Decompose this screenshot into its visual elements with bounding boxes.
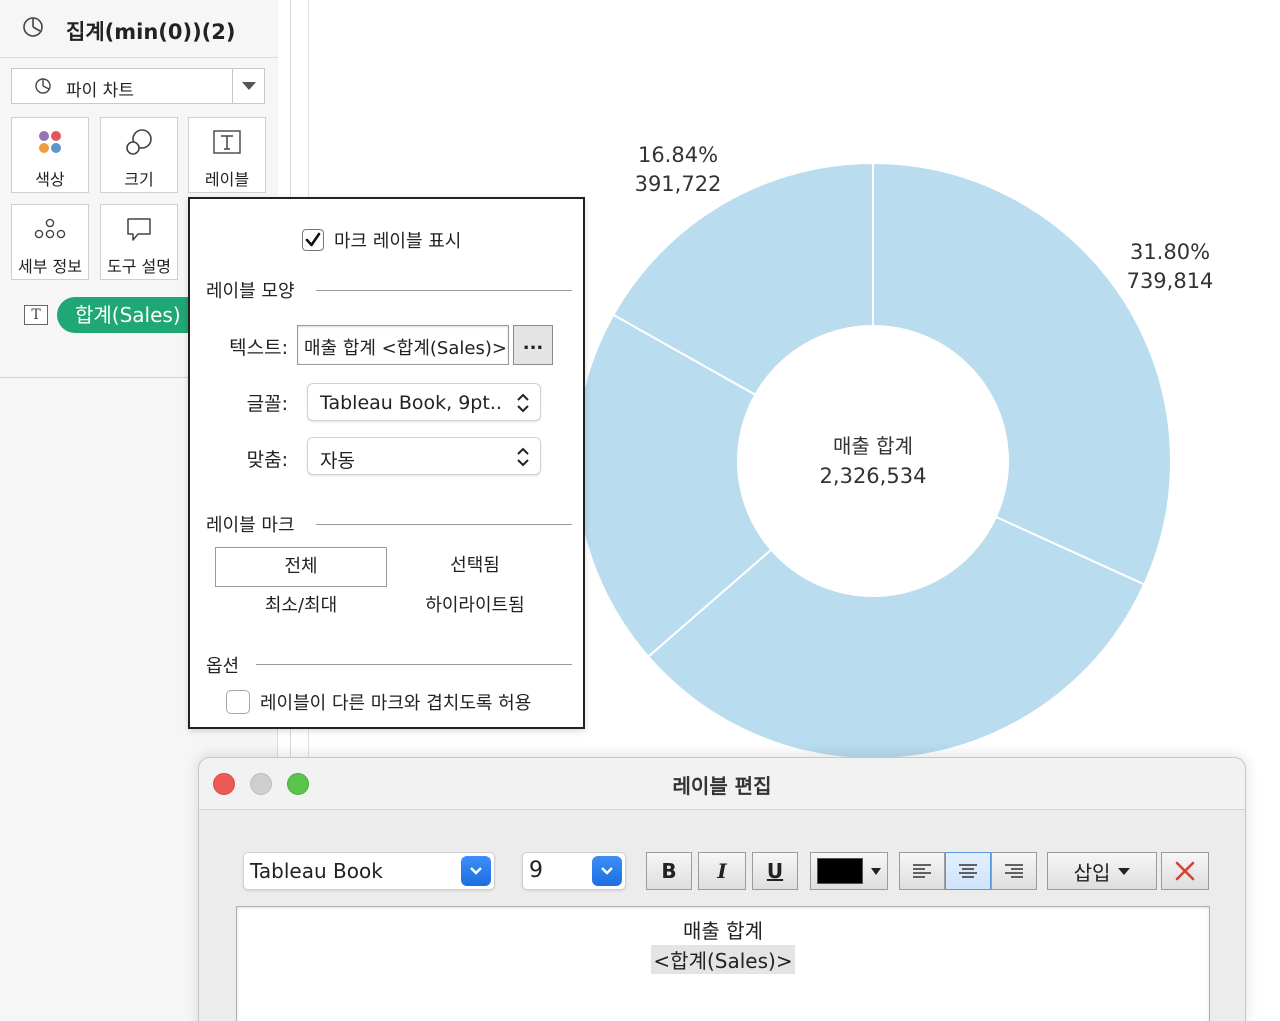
font-size-value: 9	[529, 858, 543, 883]
options-section-title: 옵션	[206, 656, 240, 677]
label-marks-highlighted[interactable]: 하이라이트됨	[389, 587, 561, 627]
checkmark-icon	[305, 232, 321, 247]
mark-type-dropdown[interactable]: 파이 차트	[11, 68, 265, 104]
edit-label-dialog: 레이블 편집 Tableau Book 9 B I U 삽입 매출 합계 <합계…	[198, 757, 1246, 1021]
editor-field-line: <합계(Sales)>	[237, 945, 1209, 974]
show-labels-checkbox[interactable]	[302, 229, 324, 251]
font-select[interactable]: Tableau Book, 9pt..	[307, 383, 541, 421]
detail-dots-icon	[34, 218, 66, 239]
donut-hole	[737, 325, 1009, 597]
align-center-button[interactable]	[945, 852, 991, 890]
speech-bubble-icon	[127, 218, 151, 241]
marks-card-title: 집계(min(0))(2)	[66, 20, 236, 44]
detail-button[interactable]: 세부 정보	[11, 204, 89, 280]
tooltip-button-label: 도구 설명	[107, 257, 171, 276]
center-value: 2,326,534	[820, 464, 927, 488]
dialog-title: 레이블 편집	[672, 774, 772, 798]
close-x-icon	[1175, 861, 1195, 881]
alignment-select[interactable]: 자동	[307, 437, 541, 475]
size-button-label: 크기	[124, 170, 154, 189]
appearance-section-title: 레이블 모양	[206, 281, 295, 302]
slice-label-value: 739,814	[1127, 269, 1214, 293]
updown-chevron-icon	[517, 447, 529, 467]
center-title: 매출 합계	[833, 434, 913, 458]
insert-menu-button[interactable]: 삽입	[1047, 852, 1157, 890]
pie-chart-icon	[23, 17, 43, 37]
color-dots-icon	[39, 131, 61, 153]
font-family-combo[interactable]: Tableau Book	[243, 852, 495, 890]
chevron-down-icon[interactable]	[242, 82, 256, 90]
tooltip-button[interactable]: 도구 설명	[100, 204, 178, 280]
text-row-label: 텍스트:	[229, 337, 288, 359]
show-labels-row[interactable]: 마크 레이블 표시	[302, 227, 461, 253]
label-marks-minmax[interactable]: 최소/최대	[215, 587, 387, 627]
chevron-down-icon	[871, 868, 881, 875]
dialog-titlebar[interactable]: 레이블 편집	[199, 758, 1245, 810]
color-button-label: 색상	[35, 170, 65, 189]
allow-overlap-label: 레이블이 다른 마크와 겹치도록 허용	[260, 693, 532, 714]
text-color-button[interactable]	[810, 852, 888, 890]
text-t-icon	[213, 130, 241, 154]
font-row-label: 글꼴:	[246, 393, 288, 415]
underline-button[interactable]: U	[752, 852, 798, 890]
font-family-value: Tableau Book	[250, 859, 383, 883]
align-row-label: 맞춤:	[246, 449, 288, 471]
text-t-icon: T	[24, 305, 48, 325]
label-marks-selected[interactable]: 선택됨	[389, 547, 561, 587]
label-text-field[interactable]: 매출 합계 <합계(Sales)>	[297, 325, 509, 365]
label-popup: 마크 레이블 표시 레이블 모양 텍스트: 매출 합계 <합계(Sales)> …	[188, 197, 585, 729]
slice-label-percent: 31.80%	[1130, 240, 1210, 264]
align-right-button[interactable]	[991, 852, 1037, 890]
label-button[interactable]: 레이블	[188, 117, 266, 193]
size-button[interactable]: 크기	[100, 117, 178, 193]
marks-card-header[interactable]: 집계(min(0))(2)	[0, 0, 278, 58]
dropdown-separator	[232, 69, 233, 103]
label-button-label: 레이블	[204, 170, 250, 189]
clear-formatting-button[interactable]	[1161, 852, 1209, 890]
slice-label-value: 391,722	[635, 172, 722, 196]
italic-button[interactable]: I	[698, 852, 746, 890]
editor-field-token[interactable]: <합계(Sales)>	[651, 945, 795, 974]
updown-chevron-icon	[517, 393, 529, 413]
editor-text-line: 매출 합계	[683, 919, 763, 943]
color-button[interactable]: 색상	[11, 117, 89, 193]
section-divider	[256, 664, 572, 665]
pie-chart-icon	[35, 78, 51, 94]
text-more-button[interactable]: ...	[513, 325, 553, 365]
font-size-combo[interactable]: 9	[522, 852, 626, 890]
label-editor[interactable]: 매출 합계 <합계(Sales)>	[236, 906, 1210, 1021]
alignment-select-value: 자동	[320, 450, 355, 472]
detail-button-label: 세부 정보	[18, 257, 82, 276]
align-right-icon	[1005, 864, 1023, 878]
allow-overlap-row[interactable]: 레이블이 다른 마크와 겹치도록 허용	[226, 689, 531, 715]
insert-menu-label: 삽입	[1073, 860, 1111, 885]
align-left-icon	[913, 864, 931, 878]
align-center-icon	[959, 864, 977, 878]
size-circles-icon	[126, 129, 152, 155]
section-divider	[316, 290, 572, 291]
color-swatch	[817, 858, 863, 884]
font-select-value: Tableau Book, 9pt..	[320, 392, 502, 414]
label-marks-section-title: 레이블 마크	[206, 515, 295, 536]
chevron-down-icon[interactable]	[461, 856, 491, 886]
chevron-down-icon[interactable]	[592, 856, 622, 886]
mark-type-label: 파이 차트	[66, 81, 134, 101]
label-marks-all[interactable]: 전체	[215, 547, 387, 587]
section-divider	[316, 524, 572, 525]
sum-sales-pill[interactable]: 합계(Sales)	[57, 297, 207, 333]
bold-button[interactable]: B	[646, 852, 692, 890]
chevron-down-icon	[1118, 867, 1131, 875]
slice-label-percent: 16.84%	[638, 143, 718, 167]
align-left-button[interactable]	[899, 852, 945, 890]
allow-overlap-checkbox[interactable]	[226, 690, 250, 714]
show-labels-label: 마크 레이블 표시	[334, 231, 462, 252]
